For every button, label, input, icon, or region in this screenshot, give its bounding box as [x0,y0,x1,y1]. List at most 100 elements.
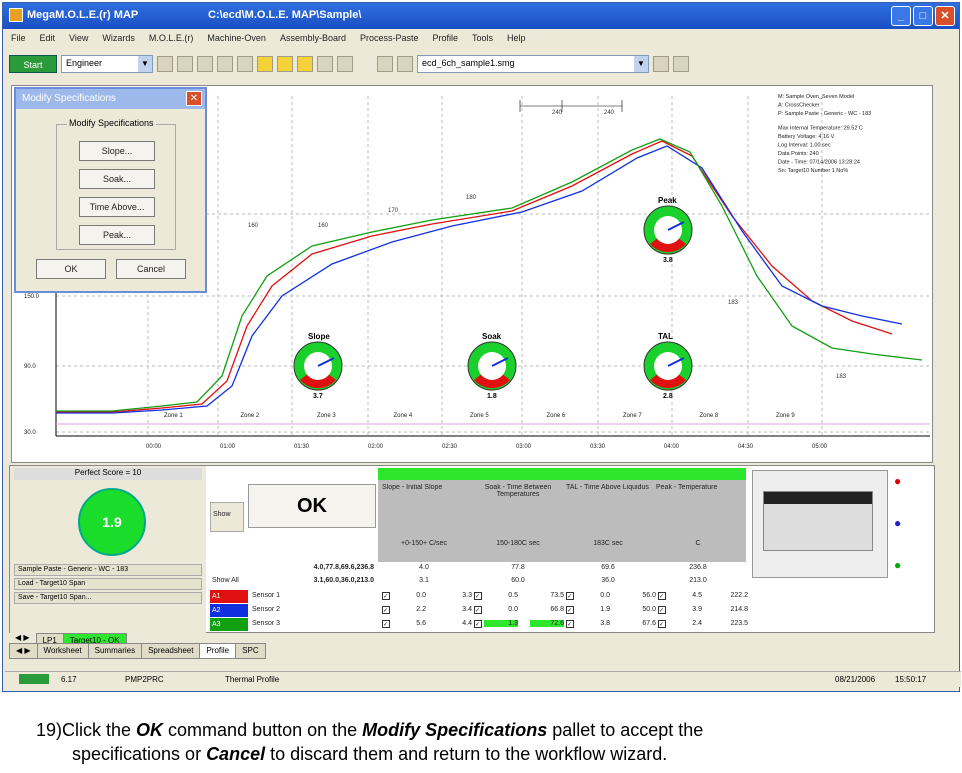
modify-specifications-dialog: Modify Specifications ✕ Modify Specifica… [14,87,207,293]
soak-button[interactable]: Soak... [79,169,155,189]
report-icon[interactable] [297,56,313,72]
go-icon[interactable]: ● [894,558,901,572]
menu-item[interactable]: M.O.L.E.(r) [149,33,194,43]
instruction-caption: 19)Click the OK command button on the Mo… [36,718,703,766]
caption-text: command button on the [163,720,363,740]
load-row[interactable]: Load - Target10 Span [14,578,202,590]
arrow-down-icon[interactable] [653,56,669,72]
show-all-label[interactable]: Show All [212,577,239,584]
score-panel: Perfect Score = 10 1.9 Sample Paste - Ge… [10,466,206,634]
header-slope: Slope - Initial Slope [382,484,443,491]
app-icon [9,8,23,22]
cancel-button[interactable]: Cancel [116,259,186,279]
hourglass-icon[interactable] [377,56,393,72]
sensor-checkbox[interactable]: ✓ [566,606,574,614]
tab-scroll-icon[interactable]: ◀ ▶ [9,643,38,659]
tab-spc[interactable]: SPC [235,643,266,659]
caption-ok: OK [136,720,164,740]
menu-item[interactable]: Profile [433,33,459,43]
sensor-value: 3.3 [462,592,472,599]
sensor-value: 3.4 [462,606,472,613]
x-tick-label: 01:30 [294,444,310,450]
menu-item[interactable]: Wizards [102,33,135,43]
sensor-value: 4.5 [692,592,702,599]
paste-row[interactable]: Sample Paste - Generic - WC - 183 [14,564,202,576]
save-icon[interactable] [177,56,193,72]
sensor-checkbox[interactable]: ✓ [566,620,574,628]
legend-line: Data Points: 240 [778,151,819,157]
group-label: Modify Specifications [67,118,156,128]
sensor-id-badge: A1 [210,590,248,603]
info-icon[interactable]: ● [894,516,901,530]
zone-label: Zone 8 [700,413,719,419]
gauge-label: Peak [658,196,677,205]
sensor-checkbox[interactable]: ✓ [382,592,390,600]
save-row[interactable]: Save - Target10 Span... [14,592,202,604]
zoom-out-icon[interactable] [237,56,253,72]
print-icon[interactable] [197,56,213,72]
sensor-checkbox[interactable]: ✓ [474,620,482,628]
tab-worksheet[interactable]: Worksheet [36,643,89,659]
hourglass-icon[interactable] [673,56,689,72]
sensor-checkbox[interactable]: ✓ [382,620,390,628]
menu-item[interactable]: Machine-Oven [207,33,266,43]
sensor-checkbox[interactable]: ✓ [382,606,390,614]
legend-line: M: Sample Oven_Seven Model [778,94,854,100]
menu-item[interactable]: Assembly-Board [280,33,346,43]
sensor-value: 5.6 [416,620,426,627]
sensor-value: 50.0 [642,606,656,613]
slope-button[interactable]: Slope... [79,141,155,161]
sensor-checkbox[interactable]: ✓ [566,592,574,600]
header-soak: Soak - Time Between Temperatures [484,484,552,498]
tab-summaries[interactable]: Summaries [87,643,143,659]
tab-spreadsheet[interactable]: Spreadsheet [141,643,201,659]
folder-icon[interactable] [257,56,273,72]
sensor-value: 4.4 [462,620,472,627]
start-button[interactable]: Start [9,55,57,73]
sensor-value: 73.5 [550,592,564,599]
sensor-checkbox[interactable]: ✓ [474,592,482,600]
zone-label: Zone 9 [776,413,795,419]
sensor-checkbox[interactable]: ✓ [658,620,666,628]
maximize-button[interactable]: □ [913,6,933,26]
upper-limit-value: 236.8 [689,564,707,571]
file-select[interactable]: ecd_6ch_sample1.smg ▼ [417,55,649,73]
sensor-checkbox[interactable]: ✓ [658,592,666,600]
tab-profile[interactable]: Profile [199,643,237,659]
menu-item[interactable]: File [11,33,26,43]
user-select-value: Engineer [66,58,103,68]
menu-item[interactable]: View [69,33,88,43]
limit-label: 183 [728,300,739,306]
sensor-checkbox[interactable]: ✓ [474,606,482,614]
help-icon[interactable] [337,56,353,72]
menu-item[interactable]: Process-Paste [360,33,419,43]
limit-label: 180 [466,195,477,201]
open-icon[interactable] [157,56,173,72]
sensor-id-badge: A2 [210,604,248,617]
time-above-button[interactable]: Time Above... [79,197,155,217]
lower-limit-label: 3.1,60.0,36.0,213.0 [313,577,374,584]
settings-icon[interactable] [317,56,333,72]
menu-item[interactable]: Tools [472,33,493,43]
score-circle: 1.9 [78,488,146,556]
menu-item[interactable]: Help [507,33,526,43]
toolbar: Start Engineer ▼ ecd_6ch_sample1.smg ▼ [3,50,959,78]
gauge-label: Slope [308,332,330,341]
download-icon[interactable] [397,56,413,72]
status-bar: 6.17 PMP2PRC Thermal Profile 08/21/2006 … [5,671,961,687]
user-select[interactable]: Engineer ▼ [61,55,153,73]
zoom-in-icon[interactable] [217,56,233,72]
stop-icon[interactable]: ● [894,474,901,488]
dialog-close-icon[interactable]: ✕ [186,91,202,106]
peak-button[interactable]: Peak... [79,225,155,245]
menu-item[interactable]: Edit [40,33,56,43]
battery-icon [19,674,49,684]
ok-button[interactable]: OK [36,259,106,279]
sensor-name: Sensor 1 [252,592,281,599]
show-button[interactable]: Show [210,502,244,532]
sensor-checkbox[interactable]: ✓ [658,606,666,614]
gauge-value: 3.8 [663,257,673,264]
minimize-button[interactable]: _ [891,6,911,26]
warning-icon[interactable] [277,56,293,72]
close-button[interactable]: ✕ [935,6,955,26]
